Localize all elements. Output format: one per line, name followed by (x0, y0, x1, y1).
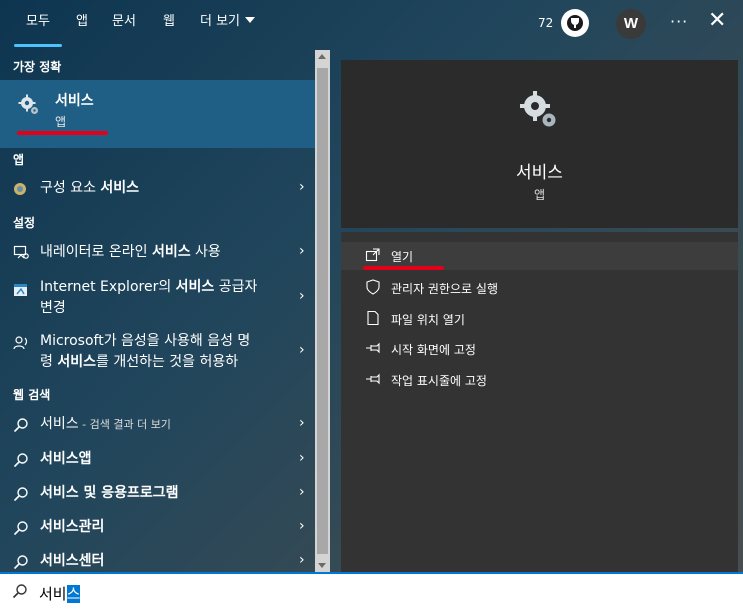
section-settings: 설정 (13, 216, 36, 230)
file-location-icon (367, 310, 379, 326)
web-result-item[interactable]: 서비스 - 검색 결과 더 보기 › (0, 410, 315, 440)
speech-icon (13, 336, 28, 350)
search-icon (13, 453, 28, 468)
action-label: 작업 표시줄에 고정 (391, 374, 487, 388)
scroll-down-icon[interactable] (318, 563, 326, 568)
tab-all[interactable]: 모두 (26, 8, 50, 36)
list-item[interactable]: Internet Explorer의 서비스 공급자 변경 › (0, 276, 315, 320)
avatar[interactable]: W (616, 9, 646, 39)
section-apps: 앱 (13, 153, 25, 167)
close-icon[interactable]: ✕ (708, 10, 726, 32)
search-icon (13, 487, 28, 502)
list-item-label: 서비스 - 검색 결과 더 보기 (40, 416, 171, 432)
action-label: 열기 (391, 250, 414, 264)
chevron-down-icon (245, 17, 256, 23)
best-match-name: 서비스 (55, 93, 94, 109)
annotation-underline (363, 266, 444, 270)
ie-settings-icon (14, 284, 27, 296)
open-file-location-action[interactable]: 파일 위치 열기 (341, 305, 738, 333)
web-result-item[interactable]: 서비스 및 응용프로그램 › (0, 479, 315, 509)
web-result-item[interactable]: 서비스센터 › (0, 548, 315, 572)
component-services-icon (14, 183, 26, 195)
list-item-label: 내레이터로 온라인 서비스 사용 (40, 244, 221, 260)
tab-documents[interactable]: 문서 (112, 8, 136, 36)
chevron-right-icon: › (299, 179, 305, 195)
search-composing-text: 스 (66, 585, 81, 603)
list-item-label: Microsoft가 음성을 사용해 음성 명령 서비스를 개선하는 것을 허용… (40, 333, 251, 370)
gears-icon (18, 94, 38, 114)
best-match-type: 앱 (55, 115, 67, 129)
rewards-points: 72 (538, 16, 554, 30)
chevron-right-icon: › (299, 243, 305, 259)
search-icon (13, 521, 28, 536)
annotation-underline (17, 131, 108, 135)
active-tab-indicator (14, 44, 62, 47)
action-label: 파일 위치 열기 (391, 313, 465, 327)
scrollbar-thumb[interactable] (317, 68, 328, 554)
gears-icon (520, 91, 556, 127)
pin-icon (366, 342, 380, 354)
action-label: 관리자 권한으로 실행 (391, 282, 498, 296)
shield-icon (366, 279, 380, 295)
pin-taskbar-icon (366, 373, 380, 385)
list-item[interactable]: 구성 요소 서비스 › (0, 174, 315, 204)
preview-card: 서비스 앱 (341, 60, 738, 228)
search-box[interactable]: 서비스 (0, 572, 743, 611)
chevron-right-icon: › (299, 450, 305, 466)
search-typed-text: 서비 (39, 585, 67, 603)
scroll-up-icon[interactable] (318, 54, 326, 59)
trophy-icon[interactable] (561, 9, 589, 37)
search-icon (13, 555, 28, 570)
list-item-label: 서비스센터 (40, 553, 105, 569)
list-item-label: Internet Explorer의 서비스 공급자 변경 (40, 279, 258, 316)
chevron-right-icon: › (299, 288, 305, 304)
list-item[interactable]: 내레이터로 온라인 서비스 사용 › (0, 238, 315, 268)
search-icon (12, 584, 27, 599)
tab-web[interactable]: 웹 (163, 8, 175, 36)
section-best-match: 가장 정확 (13, 60, 62, 74)
list-item[interactable]: Microsoft가 음성을 사용해 음성 명령 서비스를 개선하는 것을 허용… (0, 330, 315, 374)
filter-bar: 모두 앱 문서 웹 더 보기 72 W ··· ✕ (0, 0, 743, 48)
action-label: 시작 화면에 고정 (391, 343, 476, 357)
chevron-right-icon: › (299, 415, 305, 431)
chevron-right-icon: › (299, 484, 305, 500)
preview-title: 서비스 (516, 163, 563, 183)
tab-more[interactable]: 더 보기 (200, 8, 256, 36)
results-list: 가장 정확 서비스 앱 앱 구성 요소 서비스 › 설정 내레이터로 온라인 서… (0, 50, 315, 572)
tab-more-label: 더 보기 (200, 14, 241, 29)
preview-type: 앱 (533, 188, 546, 202)
tab-apps[interactable]: 앱 (76, 8, 88, 36)
section-web-search: 웹 검색 (13, 388, 51, 402)
more-options-icon[interactable]: ··· (670, 12, 688, 31)
pin-to-start-action[interactable]: 시작 화면에 고정 (341, 335, 738, 363)
chevron-right-icon: › (299, 518, 305, 534)
action-list: 열기 관리자 권한으로 실행 파일 위치 열기 시작 화면에 고정 작업 표시줄… (341, 232, 738, 572)
open-icon (365, 248, 380, 262)
best-match-item[interactable]: 서비스 앱 (0, 80, 315, 148)
list-item-label: 서비스 및 응용프로그램 (40, 485, 179, 501)
search-icon (13, 418, 28, 433)
list-item-label: 구성 요소 서비스 (40, 180, 140, 196)
web-result-item[interactable]: 서비스앱 › (0, 445, 315, 475)
run-as-admin-action[interactable]: 관리자 권한으로 실행 (341, 274, 738, 302)
chevron-right-icon: › (299, 342, 305, 358)
narrator-icon (13, 245, 29, 259)
chevron-right-icon: › (299, 552, 305, 568)
web-result-item[interactable]: 서비스관리 › (0, 513, 315, 543)
pin-to-taskbar-action[interactable]: 작업 표시줄에 고정 (341, 366, 738, 394)
results-scrollbar[interactable] (315, 50, 330, 572)
search-input[interactable]: 서비스 (39, 583, 81, 604)
list-item-label: 서비스앱 (40, 451, 92, 467)
list-item-label: 서비스관리 (40, 519, 105, 535)
